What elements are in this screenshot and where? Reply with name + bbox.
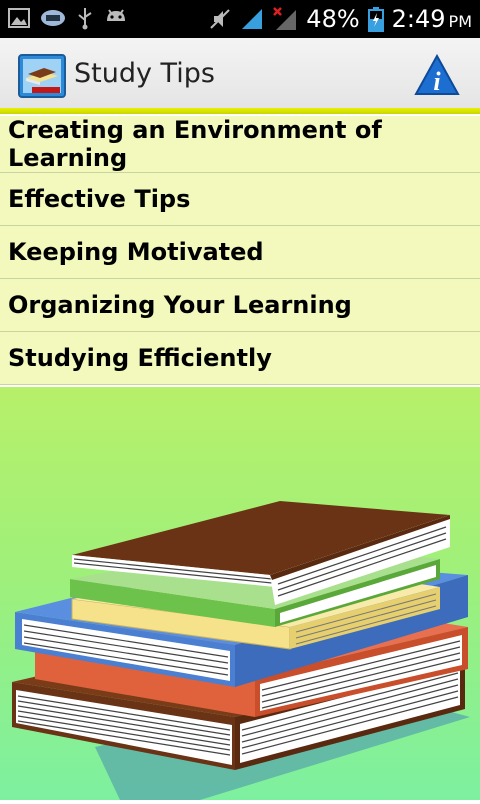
list-item-keeping-motivated[interactable]: Keeping Motivated (0, 226, 480, 279)
study-tips-app-icon[interactable] (18, 54, 66, 98)
clock-suffix: PM (448, 12, 472, 31)
clock: 2:49 PM (392, 5, 472, 33)
status-bar: 48% 2:49 PM (0, 0, 480, 38)
stack-of-books-illustration (12, 501, 470, 800)
action-bar-accent (0, 108, 480, 114)
page-title: Study Tips (74, 58, 215, 89)
clock-time: 2:49 (391, 5, 446, 33)
signal-icon (242, 9, 263, 29)
android-debug-icon (107, 9, 125, 21)
system-status: 48% 2:49 PM (208, 0, 472, 38)
message-icon (41, 10, 65, 26)
gallery-icon (8, 8, 30, 28)
action-bar (0, 38, 480, 110)
notification-icons (8, 6, 128, 30)
illustration-area (0, 387, 480, 800)
info-icon[interactable]: i (414, 54, 460, 96)
battery-percent: 48% (306, 5, 360, 33)
no-signal-icon (273, 7, 297, 30)
battery-icon (367, 7, 384, 32)
usb-icon (78, 8, 92, 30)
list-item-effective-tips[interactable]: Effective Tips (0, 173, 480, 226)
list-item-studying-efficiently[interactable]: Studying Efficiently (0, 332, 480, 385)
topic-list: Creating an Environment of Learning Effe… (0, 116, 480, 385)
svg-text:i: i (433, 67, 441, 96)
mute-icon (210, 9, 231, 29)
list-item-organizing-learning[interactable]: Organizing Your Learning (0, 279, 480, 332)
list-item-creating-environment[interactable]: Creating an Environment of Learning (0, 116, 480, 173)
